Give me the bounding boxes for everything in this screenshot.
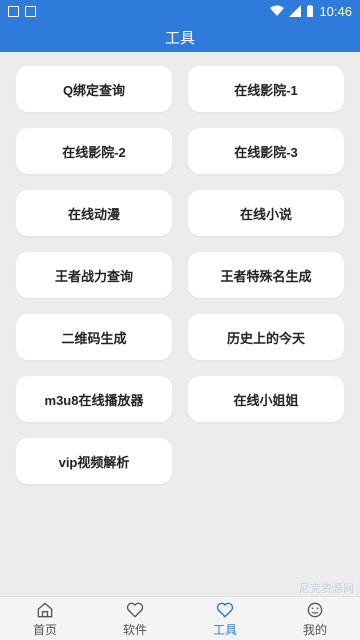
tool-button-online-anime[interactable]: 在线动漫 [16,190,172,236]
tool-button-online-novel[interactable]: 在线小说 [188,190,344,236]
nav-label-mine: 我的 [302,622,327,637]
page-title: 工具 [164,29,195,47]
nav-label-software: 软件 [122,622,147,637]
nav-item-software[interactable]: 软件 [90,597,180,640]
tool-button-online-girls[interactable]: 在线小姐姐 [188,376,344,422]
tool-button-online-cinema-2[interactable]: 在线影院-2 [16,128,172,174]
a-icon [25,5,36,17]
tool-button-vip-video-parse[interactable]: vip视频解析 [16,438,172,484]
smiley-icon [307,602,323,617]
nav-label-tools: 工具 [212,622,237,637]
app-bar: 工具 [0,22,360,52]
tool-button-honor-special-name[interactable]: 王者特殊名生成 [188,252,344,298]
tool-button-online-cinema-1[interactable]: 在线影院-1 [188,66,344,112]
home-icon [37,601,53,617]
status-time: 10:46 [319,3,352,19]
nav-item-mine[interactable]: 我的 [270,597,360,640]
tools-grid: Q绑定查询 在线影院-1 在线影院-2 在线影院-3 在线动漫 在线小说 王者战… [16,66,344,484]
tool-button-qrcode-generator[interactable]: 二维码生成 [16,314,172,360]
image-icon [8,5,19,17]
watermark: 尼克资源网 [262,562,354,596]
tool-button-m3u8-player[interactable]: m3u8在线播放器 [16,376,172,422]
heart-icon [126,602,144,618]
tool-button-today-in-history[interactable]: 历史上的今天 [188,314,344,360]
nav-item-home[interactable]: 首页 [0,597,90,640]
wifi-icon [270,5,285,16]
nav-label-home: 首页 [32,622,57,637]
tool-button-online-cinema-3[interactable]: 在线影院-3 [188,128,344,174]
signal-icon [289,5,302,17]
tool-button-honor-power-query[interactable]: 王者战力查询 [16,252,172,298]
bottom-nav: 首页 软件 工具 我的 [0,596,360,640]
battery-icon [307,5,314,17]
tool-button-q-bind-query[interactable]: Q绑定查询 [16,66,172,112]
watermark-text: 尼克资源网 [299,583,354,595]
nav-item-tools[interactable]: 工具 [180,597,270,640]
status-bar: 10:46 [0,0,360,22]
heart-icon [216,602,234,618]
